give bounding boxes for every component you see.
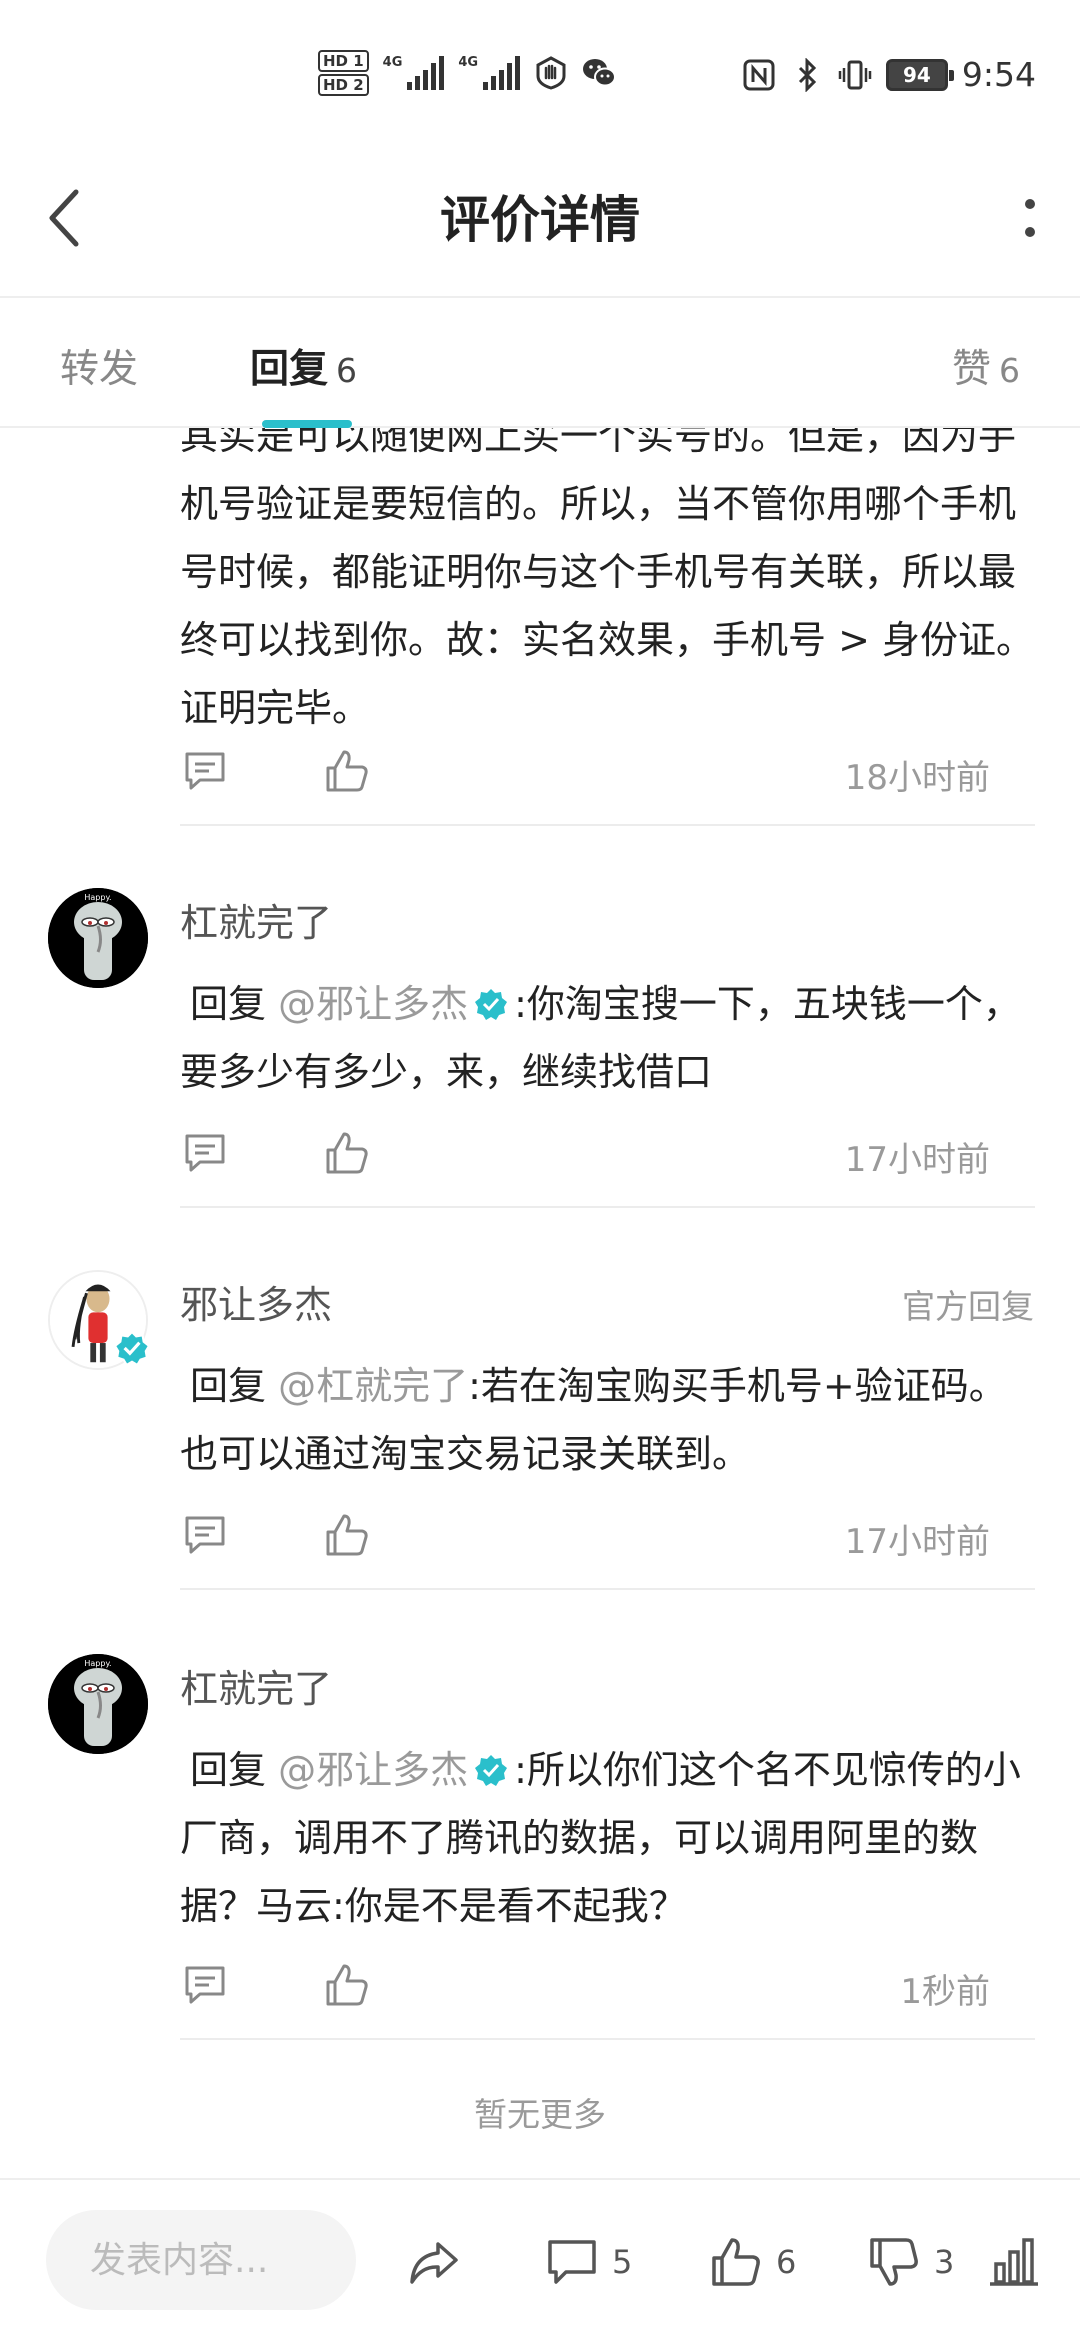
comment-icon: [548, 2240, 596, 2284]
comment-body: 回复 @杠就完了:若在淘宝购买手机号+验证码。也可以通过淘宝交易记录关联到。: [180, 1352, 1040, 1488]
thumbs-up-icon[interactable]: [322, 1128, 372, 1178]
tab-reply-count: 6: [336, 351, 358, 390]
bottom-action-bar: 5 6 3: [0, 2178, 1080, 2340]
comment-actions: 17小时前: [180, 1510, 990, 1562]
thumbs-up-icon[interactable]: [322, 746, 372, 796]
divider: [180, 824, 1035, 826]
tab-bar: 转发 回复 6 赞6: [0, 296, 1080, 428]
reply-prefix: 回复: [190, 982, 267, 1026]
divider: [180, 2038, 1035, 2040]
squidward-avatar-icon: Happy.: [48, 888, 148, 988]
comment-count: 5: [612, 2243, 633, 2281]
comment-actions: 17小时前: [180, 1128, 990, 1180]
avatar[interactable]: [48, 1270, 150, 1370]
status-right: 94 9:54: [742, 55, 1036, 94]
tab-like[interactable]: 赞6: [952, 338, 1020, 394]
comment-text: 其实是可以随便网上买一个实号的。但是，因为手机号验证是要短信的。所以，当不管你用…: [180, 428, 1035, 730]
hd-indicator: HD 1 HD 2: [318, 48, 369, 98]
more-options-icon[interactable]: [1010, 192, 1050, 246]
nfc-icon: [743, 59, 775, 90]
signal-2-label: 4G: [458, 55, 479, 70]
svg-text:Happy.: Happy.: [84, 1659, 111, 1668]
official-reply-tag: 官方回复: [902, 1287, 1034, 1326]
page-title: 评价详情: [440, 191, 640, 249]
avatar[interactable]: Happy.: [48, 1654, 148, 1754]
squidward-avatar-icon: Happy.: [48, 1654, 148, 1754]
status-left: HD 1 HD 2 4G 4G: [318, 48, 617, 98]
comment-icon[interactable]: [180, 746, 230, 796]
comment-actions: 1秒前: [180, 1960, 990, 2012]
comment-body: 回复 @邪让多杰:所以你们这个名不见惊传的小厂商，调用不了腾讯的数据，可以调用阿…: [180, 1736, 1040, 1940]
reply-prefix: 回复: [190, 1364, 267, 1408]
signal-1-icon: 4G: [383, 56, 445, 90]
user-name[interactable]: 邪让多杰: [180, 1274, 332, 1329]
tab-like-count: 6: [999, 351, 1020, 390]
divider: [180, 1206, 1035, 1208]
bar-chart-icon: [990, 2238, 1038, 2286]
divider: [180, 1588, 1035, 1590]
hand-shield-icon: [536, 56, 566, 90]
signal-2-icon: 4G: [458, 55, 521, 90]
dislike-count: 3: [934, 2243, 955, 2281]
svg-text:Happy.: Happy.: [84, 893, 111, 902]
verified-badge-icon: [475, 1755, 508, 1786]
comment-body: 回复 @邪让多杰:你淘宝搜一下，五块钱一个，要多少有多少，来，继续找借口: [180, 970, 1040, 1106]
tab-reply[interactable]: 回复 6: [250, 338, 357, 394]
reply-prefix: 回复: [190, 1748, 267, 1792]
mention-link[interactable]: @杠就完了: [278, 1364, 468, 1408]
status-bar: HD 1 HD 2 4G 4G 94 9:54: [0, 0, 1080, 140]
comment-time: 17小时前: [844, 1522, 990, 1562]
stats-button[interactable]: [986, 2234, 1042, 2290]
tab-forward[interactable]: 转发: [60, 338, 138, 394]
verified-badge-icon: [114, 1330, 150, 1366]
mention-link[interactable]: @邪让多杰: [278, 982, 468, 1026]
comment-time: 1秒前: [900, 1972, 990, 2012]
no-more-label: 暂无更多: [474, 2095, 606, 2134]
mention-link[interactable]: @邪让多杰: [278, 1748, 468, 1792]
thumbs-down-icon: [870, 2238, 918, 2286]
tab-reply-label: 回复: [250, 347, 329, 392]
comment-time: 18小时前: [844, 758, 990, 798]
comment-icon[interactable]: [180, 1960, 230, 2010]
title-bar: 评价详情: [0, 140, 1080, 296]
comment-time: 17小时前: [844, 1140, 990, 1180]
battery-level: 94: [902, 62, 931, 87]
comment-actions: 18小时前: [180, 746, 990, 798]
verified-badge-icon: [475, 989, 508, 1020]
comment-icon[interactable]: [180, 1128, 230, 1178]
bluetooth-icon: [798, 57, 817, 92]
tab-like-label: 赞: [951, 347, 991, 392]
user-name[interactable]: 杠就完了: [180, 892, 332, 947]
dislike-button[interactable]: 3: [866, 2234, 954, 2290]
thumbs-up-icon[interactable]: [322, 1960, 372, 2010]
signal-1-label: 4G: [382, 55, 403, 70]
comment-count-button[interactable]: 5: [544, 2234, 632, 2290]
hd2-label: HD 2: [318, 74, 369, 96]
active-tab-indicator: [262, 420, 352, 428]
like-button[interactable]: 6: [708, 2234, 796, 2290]
battery-icon: 94: [885, 58, 954, 91]
wechat-icon: [583, 59, 617, 87]
share-button[interactable]: [406, 2234, 462, 2290]
thumbs-up-icon[interactable]: [322, 1510, 372, 1560]
like-count: 6: [776, 2243, 797, 2281]
thumbs-up-icon: [712, 2238, 760, 2286]
reply-list[interactable]: 其实是可以随便网上买一个实号的。但是，因为手机号验证是要短信的。所以，当不管你用…: [0, 428, 1080, 2180]
compose-box[interactable]: [46, 2210, 356, 2310]
comment-icon[interactable]: [180, 1510, 230, 1560]
user-name[interactable]: 杠就完了: [180, 1658, 332, 1713]
vibrate-icon: [838, 60, 872, 89]
share-arrow-icon: [410, 2242, 458, 2284]
compose-input[interactable]: [46, 2210, 356, 2310]
clock: 9:54: [961, 55, 1036, 94]
hd1-label: HD 1: [318, 50, 369, 72]
tab-forward-label: 转发: [60, 347, 139, 392]
avatar[interactable]: Happy.: [48, 888, 148, 988]
